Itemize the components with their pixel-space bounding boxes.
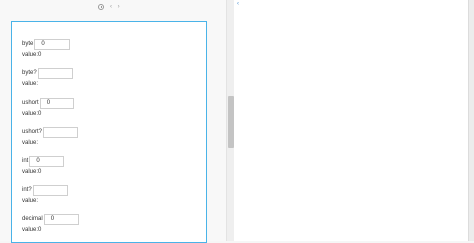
field-byte: byte 0 value:0 bbox=[22, 38, 82, 59]
field-label: int? bbox=[22, 187, 32, 193]
int-input[interactable]: 0 bbox=[29, 155, 65, 167]
field-value: value: bbox=[22, 198, 39, 204]
field-int: int 0 value:0 bbox=[22, 155, 82, 176]
right-edge-scrollbar[interactable] bbox=[468, 0, 474, 241]
nav-arrows[interactable]: ‹ › bbox=[110, 4, 122, 10]
field-value: value: bbox=[22, 140, 39, 146]
field-value: value:0 bbox=[22, 52, 42, 58]
int-nullable-input[interactable] bbox=[32, 184, 68, 196]
field-label: ushort bbox=[22, 100, 39, 106]
field-value: value:0 bbox=[22, 227, 42, 233]
field-decimal: decimal 0 value:0 bbox=[22, 213, 92, 234]
ushort-input[interactable]: 0 bbox=[39, 97, 74, 109]
field-value: value:0 bbox=[22, 169, 42, 175]
field-ushort: ushort 0 value:0 bbox=[22, 97, 82, 118]
right-pane: ‹ bbox=[234, 0, 468, 241]
byte-nullable-input[interactable] bbox=[37, 67, 73, 79]
field-value: value: bbox=[22, 81, 39, 87]
field-int-nullable: int? value: bbox=[22, 184, 82, 205]
field-label: ushort? bbox=[22, 129, 43, 135]
field-label: int bbox=[22, 158, 29, 164]
field-value: value:0 bbox=[22, 111, 42, 117]
field-ushort-nullable: ushort? value: bbox=[22, 126, 82, 147]
preview-pane: ‹ › byte 0 value:0 byte? value: ushort 0… bbox=[0, 0, 226, 243]
field-byte-nullable: byte? value: bbox=[22, 67, 82, 88]
decimal-input[interactable]: 0 bbox=[43, 213, 79, 225]
field-label: byte bbox=[22, 41, 34, 47]
preview-scrollbar[interactable] bbox=[226, 0, 234, 241]
field-label: byte? bbox=[22, 70, 37, 76]
byte-input[interactable]: 0 bbox=[34, 38, 71, 50]
field-label: decimal bbox=[22, 216, 43, 222]
chevron-left-icon[interactable]: ‹ bbox=[237, 1, 239, 7]
ushort-nullable-input[interactable] bbox=[43, 126, 79, 138]
preview-toolbar: ‹ › bbox=[98, 2, 122, 12]
clock-icon[interactable] bbox=[98, 4, 104, 10]
